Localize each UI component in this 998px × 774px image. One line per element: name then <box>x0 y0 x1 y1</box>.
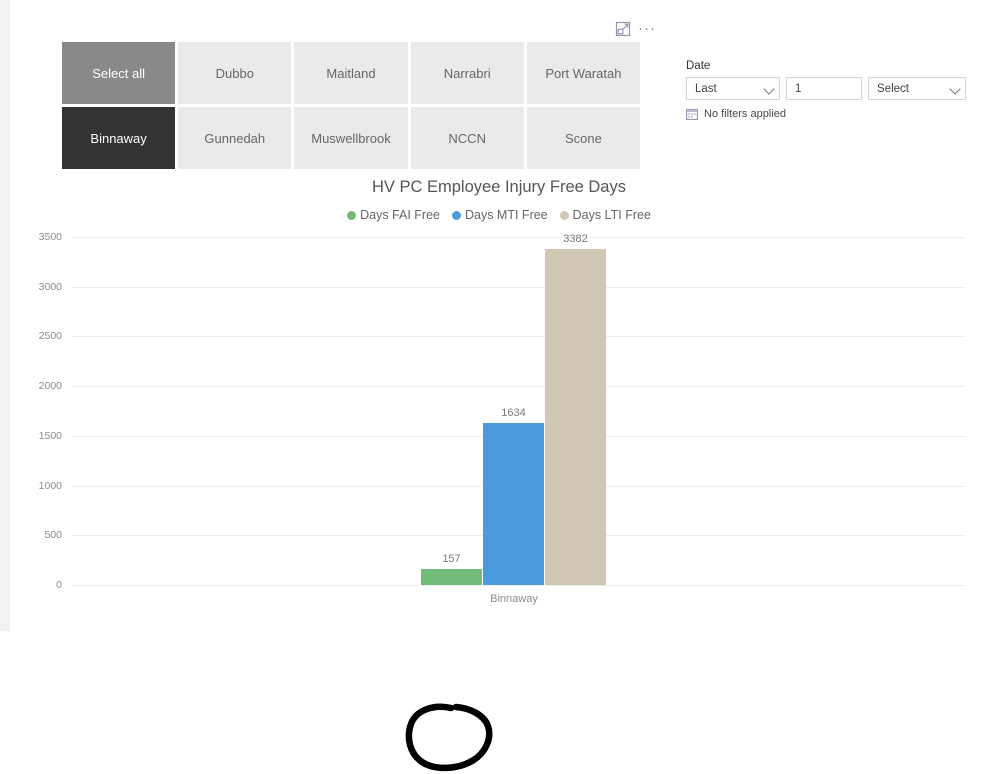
slicer-tile-label: NCCN <box>448 130 486 146</box>
slicer-tile-label: Select all <box>92 65 145 81</box>
slicer-tile-dubbo[interactable]: Dubbo <box>178 42 292 104</box>
bar-days-lti-free[interactable] <box>545 248 606 585</box>
gridline <box>72 286 965 288</box>
slicer-tile-maitland[interactable]: Maitland <box>294 42 408 104</box>
bar-chart-visual[interactable]: HV PC Employee Injury Free Days Days FAI… <box>0 178 998 772</box>
slicer-tile-label: Maitland <box>326 65 376 81</box>
more-options-label: ··· <box>638 20 656 37</box>
gridline <box>72 386 965 388</box>
date-filter-label: Date <box>686 60 711 72</box>
y-axis-tick-label: 0 <box>56 579 62 591</box>
bar-value-label: 3382 <box>563 232 588 245</box>
focus-mode-icon[interactable] <box>614 20 632 38</box>
gridline <box>72 585 965 586</box>
slicer-tile-binnaway[interactable]: Binnaway <box>62 107 176 169</box>
date-count-value: 1 <box>795 82 802 95</box>
slicer-tile-label: Narrabri <box>443 65 491 81</box>
date-operator-value: Last <box>695 82 717 95</box>
date-count-input[interactable]: 1 <box>786 77 862 100</box>
bar-value-label: 1634 <box>501 406 526 419</box>
slicer-tile-label: Muswellbrook <box>311 130 391 146</box>
date-operator-select[interactable]: Last <box>686 77 780 100</box>
plot-area: 3500 3000 2500 2000 1500 1000 500 0 157 1634 3382 B… <box>0 178 998 631</box>
bar-value-label: 157 <box>442 553 461 566</box>
slicer-tile-nccn[interactable]: NCCN <box>410 107 524 169</box>
y-axis-tick-label: 500 <box>44 529 62 542</box>
slicer-tile-select-all[interactable]: Select all <box>62 42 176 104</box>
slicer-tile-narrabri[interactable]: Narrabri <box>410 42 524 104</box>
gridline <box>72 237 965 238</box>
slicer-tile-label: Binnaway <box>90 130 147 146</box>
date-filter-controls: Last 1 Select <box>686 77 976 100</box>
bar-days-fai-free[interactable] <box>421 569 482 585</box>
bar-days-mti-free[interactable] <box>483 422 544 585</box>
y-axis-tick-label: 3500 <box>38 231 62 243</box>
date-filter-card: Date Last 1 Select No filters applied <box>686 60 976 120</box>
slicer-tile-label: Scone <box>564 130 602 146</box>
filter-status: No filters applied <box>686 108 976 120</box>
chevron-down-icon <box>949 82 961 95</box>
y-axis-tick-label: 1500 <box>38 429 62 442</box>
slicer-tile-port-waratah[interactable]: Port Waratah <box>526 42 640 104</box>
date-unit-value: Select <box>877 82 909 95</box>
slicer-tile-muswellbrook[interactable]: Muswellbrook <box>294 107 408 169</box>
gridline <box>72 336 965 338</box>
y-axis-tick-label: 1000 <box>38 479 62 492</box>
hand-drawn-circle-annotation <box>405 703 493 772</box>
slicer-tile-label: Port Waratah <box>545 65 622 81</box>
slicer-tile-scone[interactable]: Scone <box>526 107 640 169</box>
visual-header: ··· <box>614 18 662 40</box>
x-axis-category-label: Binnaway <box>490 593 538 605</box>
location-slicer[interactable]: Select all Dubbo Maitland Narrabri Port Wara… <box>62 42 640 169</box>
y-axis-tick-label: 2000 <box>38 380 62 393</box>
slicer-tile-label: Dubbo <box>215 65 254 81</box>
y-axis-tick-label: 2500 <box>38 330 62 343</box>
more-options-icon[interactable]: ··· <box>638 20 656 38</box>
date-unit-select[interactable]: Select <box>868 77 966 100</box>
calendar-icon <box>686 108 698 120</box>
y-axis-tick-label: 3000 <box>38 280 62 293</box>
slicer-tile-gunnedah[interactable]: Gunnedah <box>178 107 292 169</box>
slicer-tile-label: Gunnedah <box>204 130 266 146</box>
chevron-down-icon <box>763 82 775 95</box>
filter-status-text: No filters applied <box>704 108 786 120</box>
